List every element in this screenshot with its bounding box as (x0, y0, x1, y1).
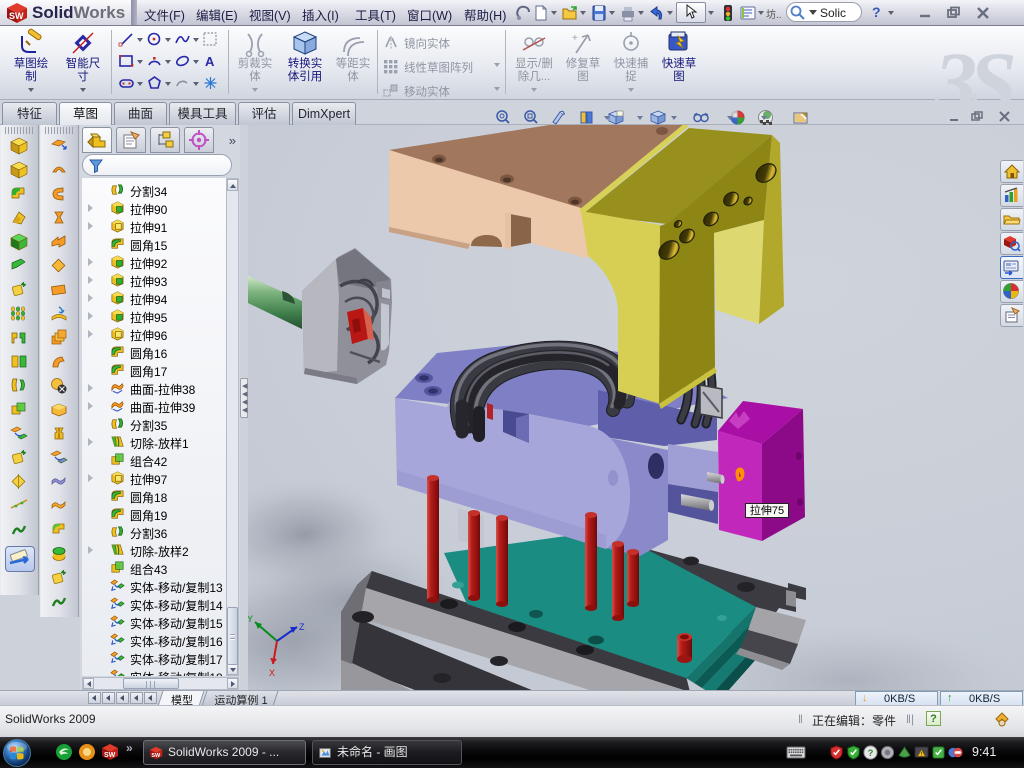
svg-text:SW: SW (151, 753, 161, 759)
svg-text:Z: Z (299, 622, 305, 632)
svg-text:+: + (572, 33, 578, 44)
svg-text:X: X (269, 668, 275, 678)
svg-text:SW: SW (9, 11, 24, 21)
svg-text:Y: Y (248, 614, 253, 624)
svg-text:?: ? (868, 748, 874, 759)
svg-text:A: A (205, 54, 215, 69)
svg-text:SW: SW (104, 752, 116, 759)
